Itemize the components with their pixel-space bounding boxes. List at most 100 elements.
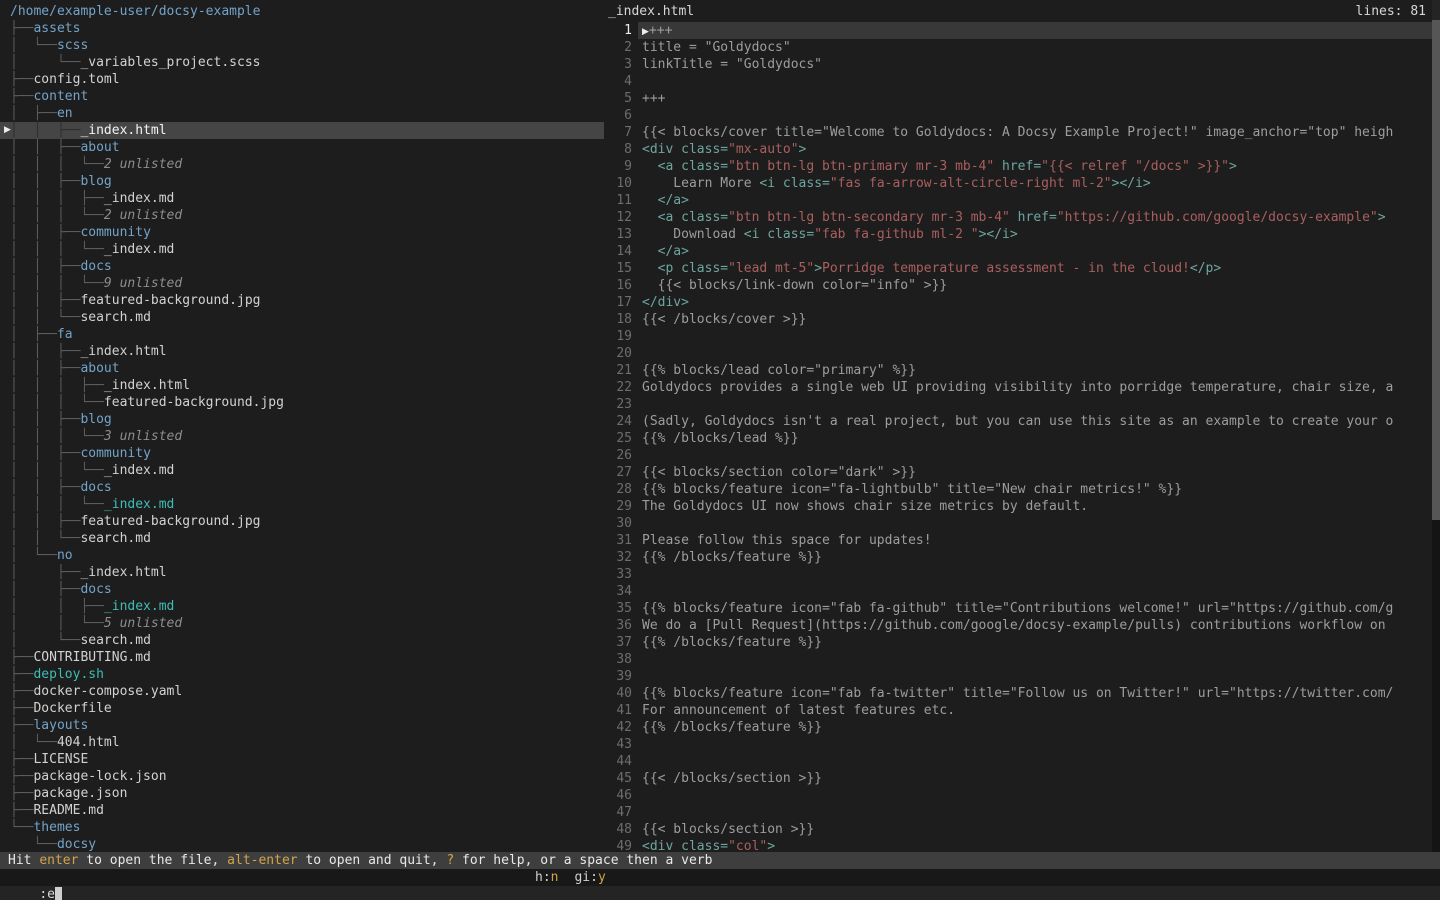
tree-item-readme-md[interactable]: ├──README.md [0,802,604,819]
tree-item-contributing-md[interactable]: ├──CONTRIBUTING.md [0,649,604,666]
tree-item-dockerfile[interactable]: ├──Dockerfile [0,700,604,717]
tree-item-docs[interactable]: │ │ ├──docs [0,258,604,275]
code-segment: > [799,142,807,157]
tree-item-docsy[interactable]: └──docsy [0,836,604,852]
code-line-content [638,668,1432,685]
status-text: for help, or a space then a verb [454,853,712,868]
preview-scrollbar[interactable] [1432,20,1440,852]
code-line-1: 1▶+++ [604,22,1432,39]
tree-item--home-example-user-docsy-example[interactable]: /home/example-user/docsy-example [0,3,604,20]
tree-item-layouts[interactable]: ├──layouts [0,717,604,734]
code-segment: title = "Goldydocs" [642,40,791,55]
tree-item--index-html[interactable]: │ ├──_index.html [0,564,604,581]
tree-branch-lines: ├── [10,803,33,818]
tree-item-scss[interactable]: │ └──scss [0,37,604,54]
code-line-35: 35{{% blocks/feature icon="fab fa-github… [604,600,1432,617]
tree-item--index-md[interactable]: │ │ │ └──_index.md [0,462,604,479]
tree-item-en[interactable]: │ ├──en [0,105,604,122]
tree-item-search-md[interactable]: │ │ └──search.md [0,530,604,547]
code-line-34: 34 [604,583,1432,600]
line-number: 36 [604,617,638,634]
code-segment: href= [994,159,1041,174]
command-input-line[interactable]: :e h:ngi:y [0,869,1440,886]
tree-item-label: blog [80,174,111,189]
tree-item-docs[interactable]: │ │ ├──docs [0,479,604,496]
code-line-12: 12 <a class="btn btn-lg btn-secondary mr… [604,209,1432,226]
tree-item-package-json[interactable]: ├──package.json [0,785,604,802]
preview-scrollbar-thumb[interactable] [1432,20,1440,520]
code-segment: > [767,839,775,852]
code-segment: {{< blocks/section >}} [642,822,814,837]
command-prompt[interactable]: :e [39,887,55,900]
tree-item-about[interactable]: │ │ ├──about [0,360,604,377]
tree-item-no[interactable]: │ └──no [0,547,604,564]
tree-branch-lines: ├── [10,752,33,767]
code-segment: </div> [642,295,689,310]
code-line-content: {{% blocks/feature icon="fab fa-github" … [638,600,1432,617]
line-number: 42 [604,719,638,736]
code-line-19: 19 [604,328,1432,345]
code-segment: href= [1010,210,1057,225]
tree-item--variables-project-scss[interactable]: │ └──_variables_project.scss [0,54,604,71]
tree-item--index-html[interactable]: │ │ ├──_index.html [0,343,604,360]
tree-item-package-lock-json[interactable]: ├──package-lock.json [0,768,604,785]
tree-branch-lines: ├── [10,650,33,665]
code-line-content [638,73,1432,90]
tree-item-themes[interactable]: └──themes [0,819,604,836]
tree-item-featured-background-jpg[interactable]: │ │ │ └──featured-background.jpg [0,394,604,411]
code-line-23: 23 [604,396,1432,413]
tree-item-featured-background-jpg[interactable]: │ │ ├──featured-background.jpg [0,292,604,309]
tree-item-content[interactable]: ├──content [0,88,604,105]
tree-item-assets[interactable]: ├──assets [0,20,604,37]
tree-item-label: /home/example-user/docsy-example [10,4,260,19]
tree-item--index-html[interactable]: │ │ │ ├──_index.html [0,377,604,394]
tree-item-search-md[interactable]: │ └──search.md [0,632,604,649]
code-line-content: ▶+++ [638,22,1432,39]
code-line-31: 31Please follow this space for updates! [604,532,1432,549]
line-number: 41 [604,702,638,719]
tree-item-fa[interactable]: │ ├──fa [0,326,604,343]
tree-item-label: assets [33,21,80,36]
tree-item-about[interactable]: │ │ ├──about [0,139,604,156]
code-segment: ></i> [979,227,1018,242]
tree-branch-lines: │ │ │ └── [10,497,104,512]
tree-item-blog[interactable]: │ │ ├──blog [0,411,604,428]
tree-item-docker-compose-yaml[interactable]: ├──docker-compose.yaml [0,683,604,700]
tree-item-404-html[interactable]: │ └──404.html [0,734,604,751]
code-line-content: {{< blocks/section color="dark" >}} [638,464,1432,481]
tree-item--index-md[interactable]: │ │ │ ├──_index.md [0,190,604,207]
tree-item-config-toml[interactable]: ├──config.toml [0,71,604,88]
flag-label: h: [535,870,551,885]
tree-item--index-md[interactable]: │ │ │ └──_index.md [0,241,604,258]
code-line-content [638,583,1432,600]
tree-item--index-md[interactable]: │ │ │ └──_index.md [0,496,604,513]
status-text: to open and quit, [298,853,447,868]
tree-branch-lines: │ │ ├── [10,174,80,189]
tree-item-search-md[interactable]: │ │ └──search.md [0,309,604,326]
tree-item-featured-background-jpg[interactable]: │ │ ├──featured-background.jpg [0,513,604,530]
tree-branch-lines: ├── [10,701,33,716]
tree-item--index-html[interactable]: ▶│ │ ├──_index.html [0,122,604,139]
code-line-content: </div> [638,294,1432,311]
code-line-content: (Sadly, Goldydocs isn't a real project, … [638,413,1432,430]
tree-item-license[interactable]: ├──LICENSE [0,751,604,768]
tree-unlisted-note: │ │ │ └──9 unlisted [0,275,604,292]
tree-branch-lines: │ │ ├── [10,361,80,376]
tree-branch-lines: │ │ │ └── [10,157,104,172]
code-line-content: {{% blocks/lead color="primary" %}} [638,362,1432,379]
code-segment: Please follow this space for updates! [642,533,932,548]
code-line-content [638,396,1432,413]
tree-item--index-md[interactable]: │ │ ├──_index.md [0,598,604,615]
line-number: 1 [604,22,638,39]
tree-item-deploy-sh[interactable]: ├──deploy.sh [0,666,604,683]
tree-item-docs[interactable]: │ ├──docs [0,581,604,598]
code-segment: "btn btn-lg btn-secondary mr-3 mb-4" [728,210,1010,225]
flag-value: n [551,870,559,885]
tree-branch-lines: │ │ └── [10,616,104,631]
line-number: 3 [604,56,638,73]
tree-item-community[interactable]: │ │ ├──community [0,224,604,241]
tree-item-blog[interactable]: │ │ ├──blog [0,173,604,190]
tree-item-community[interactable]: │ │ ├──community [0,445,604,462]
tree-branch-lines: │ │ ├── [10,293,80,308]
tree-branch-lines: ├── [10,718,33,733]
